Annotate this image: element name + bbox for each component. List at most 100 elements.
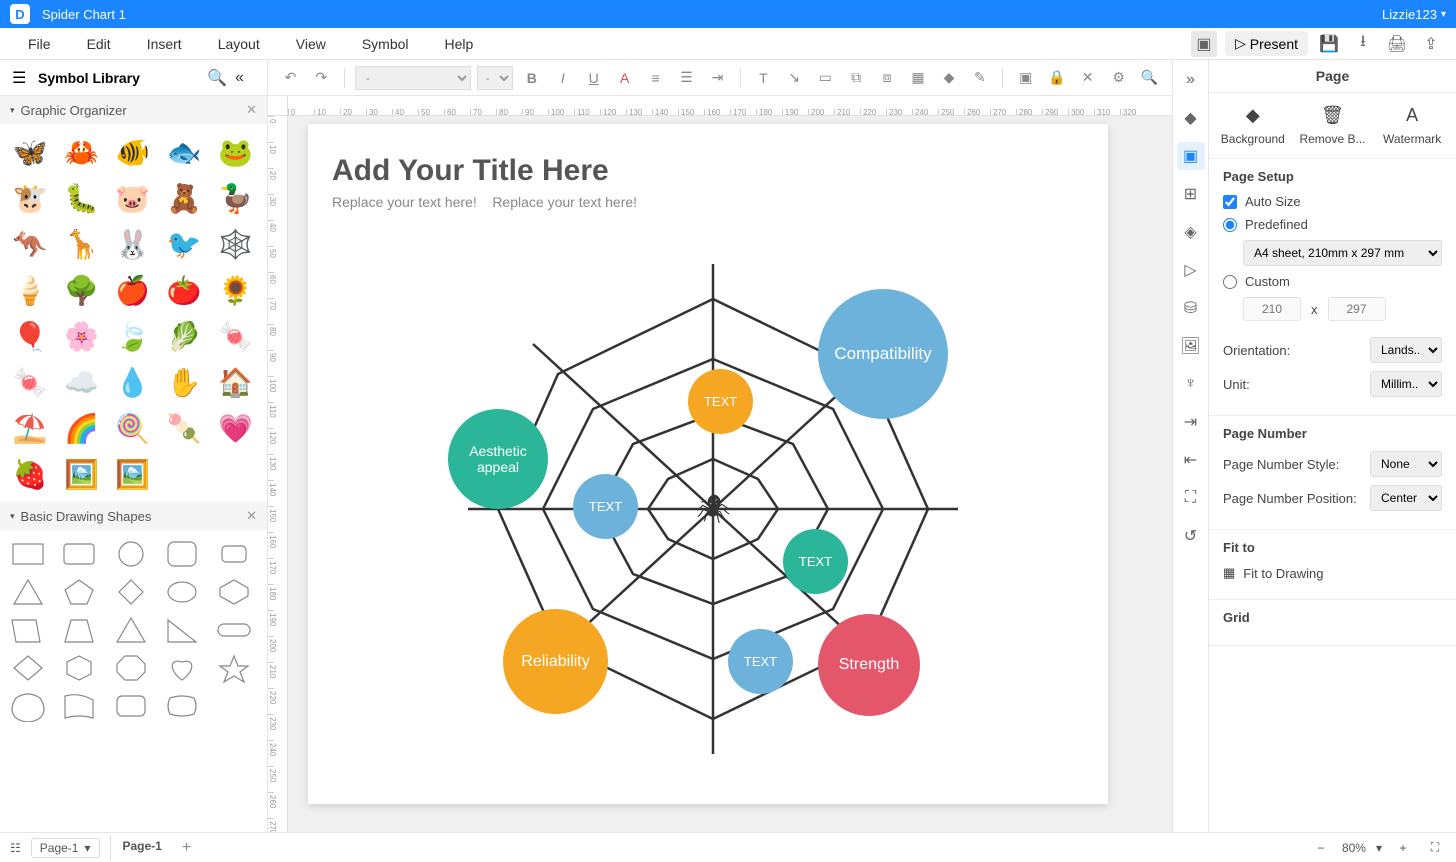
menu-view[interactable]: View	[278, 30, 344, 58]
clipart-item[interactable]: 🖼️	[111, 454, 155, 494]
bold-button[interactable]: B	[519, 65, 544, 91]
clipart-item[interactable]: 🐛	[59, 178, 103, 218]
connector-tool-icon[interactable]: ↘	[782, 65, 807, 91]
expand-right-icon[interactable]: »	[1177, 66, 1205, 94]
spider-web-diagram[interactable]: 🕷 Compatibility Aesthetic appeal TEXT TE…	[438, 234, 988, 784]
image-icon[interactable]: 🖼	[1177, 332, 1205, 360]
data-icon[interactable]: ⛁	[1177, 294, 1205, 322]
fullscreen-icon[interactable]: ⛶	[1177, 484, 1205, 512]
shape-item[interactable]	[162, 614, 202, 646]
print-icon[interactable]: 🖨	[1384, 31, 1410, 57]
shape-item[interactable]	[111, 652, 151, 684]
arrange-panel-icon[interactable]: ⊞	[1177, 180, 1205, 208]
present-button[interactable]: ▷ Present	[1225, 31, 1308, 56]
clipart-item[interactable]: 🍡	[162, 408, 206, 448]
add-page-button[interactable]: +	[174, 835, 199, 861]
fill-icon[interactable]: ◆	[937, 65, 962, 91]
download-icon[interactable]: ⭳	[1350, 31, 1376, 57]
shape-item[interactable]	[59, 690, 99, 722]
shape-item[interactable]	[8, 690, 48, 722]
slideshow-icon[interactable]: ▷	[1177, 256, 1205, 284]
clipart-item[interactable]: 💧	[111, 362, 155, 402]
shape-item[interactable]	[59, 614, 99, 646]
clipart-item[interactable]: 🍅	[162, 270, 206, 310]
predefined-radio[interactable]	[1223, 218, 1237, 232]
menu-edit[interactable]: Edit	[69, 30, 129, 58]
shape-item[interactable]	[111, 614, 151, 646]
auto-size-checkbox[interactable]	[1223, 195, 1237, 209]
shape-item[interactable]	[59, 538, 99, 570]
orientation-select[interactable]: Lands...	[1370, 337, 1442, 363]
clipart-item[interactable]: 🌳	[59, 270, 103, 310]
clipart-item[interactable]: 🍬	[8, 362, 52, 402]
bubble-aesthetic[interactable]: Aesthetic appeal	[448, 409, 548, 509]
search-canvas-icon[interactable]: 🔍	[1137, 65, 1162, 91]
shape-item[interactable]	[214, 614, 254, 646]
bubble-compatibility[interactable]: Compatibility	[818, 289, 948, 419]
shape-item[interactable]	[214, 652, 254, 684]
clipart-item[interactable]: 🌈	[59, 408, 103, 448]
clipart-item[interactable]: 🐦	[162, 224, 206, 264]
shape-item[interactable]	[59, 652, 99, 684]
export-icon[interactable]: ⇥	[1177, 408, 1205, 436]
page-select-dropdown[interactable]: Page-1 ▾	[31, 838, 100, 858]
clipart-item[interactable]: 🦒	[59, 224, 103, 264]
undo-button[interactable]: ↶	[278, 65, 303, 91]
clipart-item[interactable]: ☁️	[59, 362, 103, 402]
clipart-item[interactable]: 🦘	[8, 224, 52, 264]
shape-item[interactable]	[111, 576, 151, 608]
play-slideshow-icon[interactable]: ▣	[1191, 31, 1217, 57]
lock-icon[interactable]: 🔒	[1044, 65, 1069, 91]
custom-radio[interactable]	[1223, 275, 1237, 289]
align-button[interactable]: ☰	[674, 65, 699, 91]
shape-item[interactable]	[59, 576, 99, 608]
clipart-item[interactable]: 💗	[214, 408, 258, 448]
page-number-position-select[interactable]: Center	[1370, 485, 1442, 511]
clipart-item[interactable]: 🧸	[162, 178, 206, 218]
canvas-area[interactable]: Add Your Title Here Replace your text he…	[288, 116, 1172, 832]
clipart-item[interactable]: 🍎	[111, 270, 155, 310]
page-number-style-select[interactable]: None	[1370, 451, 1442, 477]
history-icon[interactable]: ↺	[1177, 522, 1205, 550]
zoom-out-button[interactable]: −	[1310, 837, 1332, 859]
chevron-down-icon[interactable]: ▾	[1376, 841, 1382, 855]
bubble-text-4[interactable]: TEXT	[728, 629, 793, 694]
width-input[interactable]	[1243, 297, 1301, 321]
section-basic-shapes[interactable]: Basic Drawing Shapes	[21, 509, 152, 524]
clipart-item[interactable]: 🌻	[214, 270, 258, 310]
clipart-item[interactable]: 🍃	[111, 316, 155, 356]
shape-item[interactable]	[214, 538, 254, 570]
page-title[interactable]: Add Your Title Here	[308, 124, 1108, 194]
section-graphic-organizer[interactable]: Graphic Organizer	[21, 103, 127, 118]
share-icon[interactable]: ⇪	[1418, 31, 1444, 57]
bubble-text-2[interactable]: TEXT	[573, 474, 638, 539]
redo-button[interactable]: ↷	[309, 65, 334, 91]
clipart-item[interactable]: 🐰	[111, 224, 155, 264]
group-icon[interactable]: ⧉	[844, 65, 869, 91]
menu-file[interactable]: File	[10, 30, 69, 58]
fullscreen-button[interactable]: ⛶	[1424, 837, 1446, 859]
remove-bg-button[interactable]: 🗑 Remove B...	[1293, 105, 1371, 146]
menu-insert[interactable]: Insert	[129, 30, 200, 58]
clipart-item[interactable]: 🍦	[8, 270, 52, 310]
shape-item[interactable]	[8, 576, 48, 608]
tree-icon[interactable]: ♆	[1177, 370, 1205, 398]
menu-symbol[interactable]: Symbol	[344, 30, 427, 58]
text-tool-icon[interactable]: T	[751, 65, 776, 91]
bubble-strength[interactable]: Strength	[818, 614, 920, 716]
page-size-select[interactable]: A4 sheet, 210mm x 297 mm	[1243, 240, 1442, 266]
settings-icon[interactable]: ⚙	[1106, 65, 1131, 91]
underline-button[interactable]: U	[581, 65, 606, 91]
pages-list-icon[interactable]: ☷	[10, 841, 21, 855]
rect-tool-icon[interactable]: ▭	[813, 65, 838, 91]
shape-item[interactable]	[214, 576, 254, 608]
subtitle-1[interactable]: Replace your text here!	[332, 194, 477, 210]
watermark-button[interactable]: A Watermark	[1373, 105, 1451, 146]
page-panel-icon[interactable]: ▣	[1177, 142, 1205, 170]
clipart-item[interactable]: ✋	[162, 362, 206, 402]
layers-icon[interactable]: ◈	[1177, 218, 1205, 246]
shape-item[interactable]	[8, 538, 48, 570]
chevron-down-icon[interactable]: ▾	[10, 511, 15, 522]
crop-icon[interactable]: ▣	[1013, 65, 1038, 91]
clipart-item[interactable]: 🍓	[8, 454, 52, 494]
